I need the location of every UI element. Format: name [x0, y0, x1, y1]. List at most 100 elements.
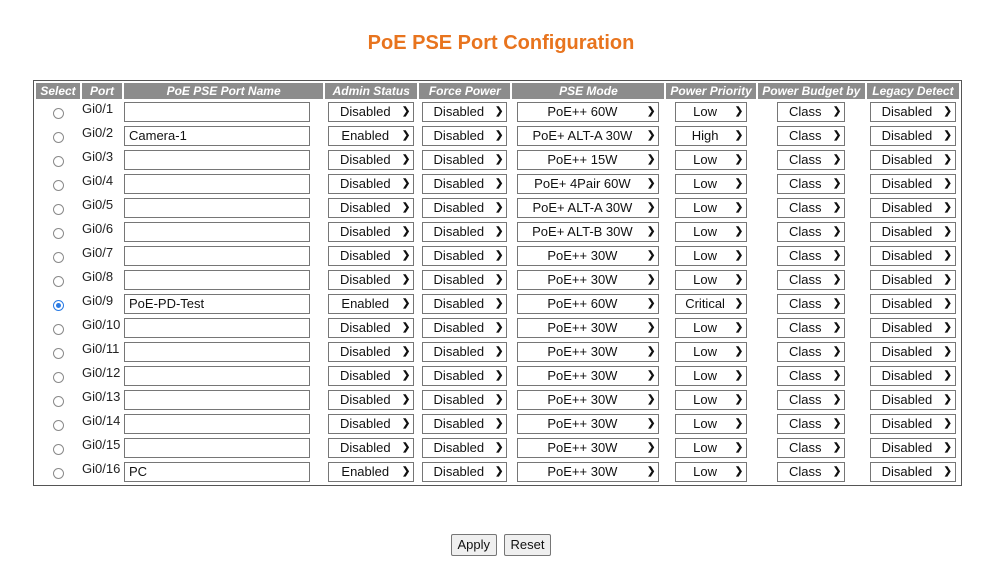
power-budget-select[interactable]: Class ❯ [777, 318, 846, 338]
pse-mode-select[interactable]: PoE++ 60W ❯ [517, 102, 660, 122]
select-radio[interactable] [52, 371, 64, 383]
force-power-select[interactable]: Disabled ❯ [422, 222, 508, 242]
pse-mode-select[interactable]: PoE++ 30W ❯ [517, 462, 660, 482]
legacy-detect-select[interactable]: Disabled ❯ [869, 438, 956, 458]
select-radio[interactable] [52, 443, 64, 455]
power-priority-select[interactable]: Low ❯ [675, 150, 748, 170]
power-budget-select[interactable]: Class ❯ [777, 222, 846, 242]
select-radio[interactable] [52, 275, 64, 287]
legacy-detect-select[interactable]: Disabled ❯ [869, 102, 956, 122]
port-name-input[interactable]: PoE-PD-Test [124, 294, 310, 314]
power-priority-select[interactable]: Critical ❯ [675, 294, 748, 314]
force-power-select[interactable]: Disabled ❯ [422, 246, 508, 266]
legacy-detect-select[interactable]: Disabled ❯ [869, 390, 956, 410]
force-power-select[interactable]: Disabled ❯ [422, 462, 508, 482]
legacy-detect-select[interactable]: Disabled ❯ [869, 342, 956, 362]
force-power-select[interactable]: Disabled ❯ [422, 150, 508, 170]
power-priority-select[interactable]: Low ❯ [675, 342, 748, 362]
power-priority-select[interactable]: Low ❯ [675, 414, 748, 434]
power-priority-select[interactable]: Low ❯ [675, 318, 748, 338]
power-budget-select[interactable]: Class ❯ [777, 198, 846, 218]
pse-mode-select[interactable]: PoE++ 30W ❯ [517, 246, 660, 266]
admin-status-select[interactable]: Disabled ❯ [328, 222, 415, 242]
power-budget-select[interactable]: Class ❯ [777, 246, 846, 266]
port-name-input[interactable] [124, 198, 310, 218]
legacy-detect-select[interactable]: Disabled ❯ [869, 366, 956, 386]
legacy-detect-select[interactable]: Disabled ❯ [869, 294, 956, 314]
select-radio[interactable] [52, 227, 64, 239]
admin-status-select[interactable]: Disabled ❯ [328, 390, 415, 410]
port-name-input[interactable] [124, 366, 310, 386]
force-power-select[interactable]: Disabled ❯ [422, 414, 508, 434]
select-radio[interactable] [52, 203, 64, 215]
admin-status-select[interactable]: Disabled ❯ [328, 438, 415, 458]
power-budget-select[interactable]: Class ❯ [777, 438, 846, 458]
admin-status-select[interactable]: Disabled ❯ [328, 318, 415, 338]
force-power-select[interactable]: Disabled ❯ [422, 126, 508, 146]
force-power-select[interactable]: Disabled ❯ [422, 342, 508, 362]
select-radio[interactable] [52, 251, 64, 263]
port-name-input[interactable] [124, 414, 310, 434]
power-budget-select[interactable]: Class ❯ [777, 390, 846, 410]
select-radio[interactable] [52, 155, 64, 167]
legacy-detect-select[interactable]: Disabled ❯ [869, 462, 956, 482]
pse-mode-select[interactable]: PoE++ 30W ❯ [517, 270, 660, 290]
admin-status-select[interactable]: Disabled ❯ [328, 414, 415, 434]
apply-button[interactable]: Apply [450, 534, 498, 556]
select-radio[interactable] [52, 179, 64, 191]
power-priority-select[interactable]: Low ❯ [675, 198, 748, 218]
force-power-select[interactable]: Disabled ❯ [422, 174, 508, 194]
power-priority-select[interactable]: Low ❯ [675, 438, 748, 458]
force-power-select[interactable]: Disabled ❯ [422, 438, 508, 458]
power-budget-select[interactable]: Class ❯ [777, 270, 846, 290]
port-name-input[interactable] [124, 438, 310, 458]
force-power-select[interactable]: Disabled ❯ [422, 294, 508, 314]
power-budget-select[interactable]: Class ❯ [777, 414, 846, 434]
reset-button[interactable]: Reset [503, 534, 552, 556]
force-power-select[interactable]: Disabled ❯ [422, 390, 508, 410]
admin-status-select[interactable]: Disabled ❯ [328, 246, 415, 266]
power-priority-select[interactable]: Low ❯ [675, 390, 748, 410]
port-name-input[interactable]: Camera-1 [124, 126, 310, 146]
power-priority-select[interactable]: Low ❯ [675, 246, 748, 266]
port-name-input[interactable] [124, 174, 310, 194]
port-name-input[interactable] [124, 246, 310, 266]
port-name-input[interactable]: PC [124, 462, 310, 482]
admin-status-select[interactable]: Disabled ❯ [328, 174, 415, 194]
port-name-input[interactable] [124, 270, 310, 290]
legacy-detect-select[interactable]: Disabled ❯ [869, 246, 956, 266]
pse-mode-select[interactable]: PoE+ 4Pair 60W ❯ [517, 174, 660, 194]
pse-mode-select[interactable]: PoE+ ALT-A 30W ❯ [517, 126, 660, 146]
power-budget-select[interactable]: Class ❯ [777, 102, 846, 122]
force-power-select[interactable]: Disabled ❯ [422, 270, 508, 290]
power-budget-select[interactable]: Class ❯ [777, 294, 846, 314]
admin-status-select[interactable]: Disabled ❯ [328, 270, 415, 290]
admin-status-select[interactable]: Disabled ❯ [328, 198, 415, 218]
select-radio[interactable] [52, 395, 64, 407]
select-radio[interactable] [52, 107, 64, 119]
power-priority-select[interactable]: Low ❯ [675, 462, 748, 482]
pse-mode-select[interactable]: PoE++ 30W ❯ [517, 366, 660, 386]
select-radio[interactable] [52, 347, 64, 359]
admin-status-select[interactable]: Disabled ❯ [328, 150, 415, 170]
port-name-input[interactable] [124, 342, 310, 362]
select-radio[interactable] [52, 467, 64, 479]
force-power-select[interactable]: Disabled ❯ [422, 102, 508, 122]
port-name-input[interactable] [124, 222, 310, 242]
legacy-detect-select[interactable]: Disabled ❯ [869, 174, 956, 194]
power-budget-select[interactable]: Class ❯ [777, 174, 846, 194]
force-power-select[interactable]: Disabled ❯ [422, 366, 508, 386]
admin-status-select[interactable]: Enabled ❯ [328, 126, 415, 146]
legacy-detect-select[interactable]: Disabled ❯ [869, 318, 956, 338]
port-name-input[interactable] [124, 150, 310, 170]
power-budget-select[interactable]: Class ❯ [777, 366, 846, 386]
pse-mode-select[interactable]: PoE+ ALT-B 30W ❯ [517, 222, 660, 242]
legacy-detect-select[interactable]: Disabled ❯ [869, 222, 956, 242]
legacy-detect-select[interactable]: Disabled ❯ [869, 126, 956, 146]
admin-status-select[interactable]: Disabled ❯ [328, 366, 415, 386]
legacy-detect-select[interactable]: Disabled ❯ [869, 198, 956, 218]
select-radio[interactable] [52, 323, 64, 335]
admin-status-select[interactable]: Disabled ❯ [328, 342, 415, 362]
pse-mode-select[interactable]: PoE++ 30W ❯ [517, 438, 660, 458]
power-budget-select[interactable]: Class ❯ [777, 342, 846, 362]
